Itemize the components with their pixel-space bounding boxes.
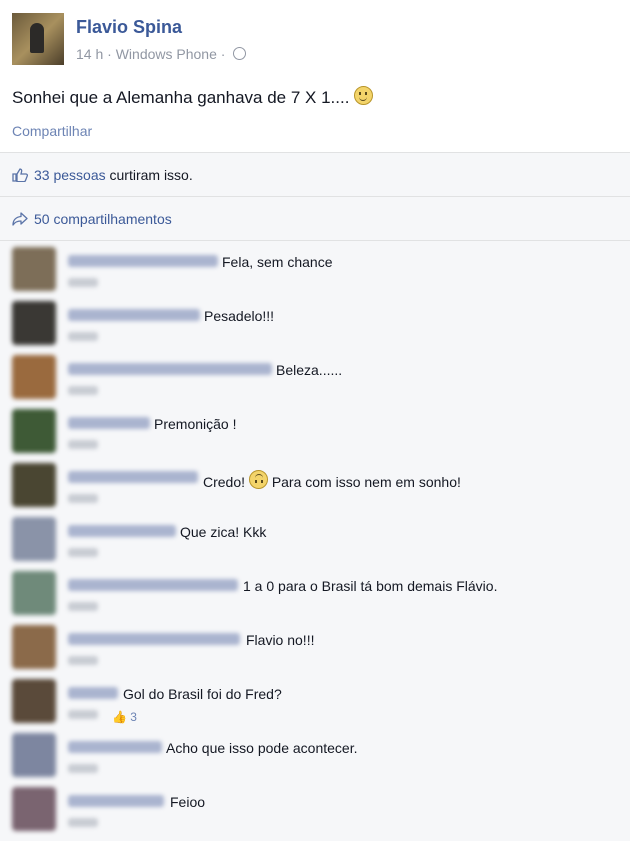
shares-link[interactable]: 50 compartilhamentos [34, 211, 172, 227]
commenter-avatar[interactable] [12, 301, 56, 345]
likes-count-link[interactable]: 33 pessoas [34, 167, 106, 183]
commenter-name[interactable] [68, 525, 176, 537]
comment-text: Fela, sem chance [222, 254, 333, 270]
comment-meta [68, 710, 98, 719]
comment-item: 1 a 0 para o Brasil tá bom demais Flávio… [0, 565, 630, 619]
smiley-icon [354, 86, 374, 105]
comment-meta [68, 764, 98, 773]
commenter-name[interactable] [68, 363, 272, 375]
likes-suffix: curtiram isso. [105, 167, 193, 183]
post-source: Windows Phone [115, 46, 217, 62]
comment-meta [68, 818, 98, 827]
commenter-avatar[interactable] [12, 409, 56, 453]
comment-text: Flavio no!!! [246, 632, 315, 648]
commenter-avatar[interactable] [12, 679, 56, 723]
commenter-name[interactable] [68, 795, 164, 807]
author-name[interactable]: Flavio Spina [76, 17, 182, 38]
like-thumb-icon [12, 168, 28, 182]
commenter-avatar[interactable] [12, 517, 56, 561]
comment-meta [68, 386, 98, 395]
comment-text: Feioo [170, 794, 206, 810]
comment-meta [68, 656, 98, 665]
comment-text: Pesadelo!!! [204, 308, 275, 324]
post-text: Sonhei que a Alemanha ganhava de 7 X 1..… [12, 86, 374, 108]
comment-meta [68, 494, 98, 503]
frown-icon [248, 470, 268, 489]
likes-bar: 33 pessoas curtiram isso. [0, 152, 630, 197]
commenter-avatar[interactable] [12, 355, 56, 399]
commenter-name[interactable] [68, 687, 118, 699]
comment-item: Gol do Brasil foi do Fred? 👍 3 [0, 673, 630, 727]
comment-item: Credo! Para com isso nem em sonho! [0, 457, 630, 511]
post-time[interactable]: 14 h [76, 46, 103, 62]
commenter-avatar[interactable] [12, 625, 56, 669]
commenter-name[interactable] [68, 741, 162, 753]
post-meta: 14 h · Windows Phone · [76, 46, 247, 62]
comment-meta [68, 278, 98, 287]
commenter-avatar[interactable] [12, 733, 56, 777]
commenter-avatar[interactable] [12, 571, 56, 615]
shares-bar: 50 compartilhamentos [0, 196, 630, 241]
globe-icon[interactable] [233, 47, 247, 60]
comment-likes[interactable]: 👍 3 [112, 710, 137, 724]
comment-item: Pesadelo!!! [0, 295, 630, 349]
comment-text: Beleza...... [276, 362, 343, 378]
commenter-avatar[interactable] [12, 247, 56, 291]
comment-text: Credo! Para com isso nem em sonho! [203, 470, 461, 490]
commenter-name[interactable] [68, 309, 200, 321]
comment-meta [68, 602, 98, 611]
commenter-name[interactable] [68, 417, 150, 429]
comment-meta [68, 440, 98, 449]
post-card: Flavio Spina 14 h · Windows Phone · Sonh… [0, 0, 630, 152]
share-link[interactable]: Compartilhar [12, 123, 92, 139]
comment-item: Acho que isso pode acontecer. [0, 727, 630, 781]
commenter-name[interactable] [68, 633, 240, 645]
share-arrow-icon [12, 212, 28, 226]
commenter-name[interactable] [68, 471, 198, 483]
commenter-avatar[interactable] [12, 787, 56, 831]
comment-text: Gol do Brasil foi do Fred? [123, 686, 282, 702]
comment-meta [68, 548, 98, 557]
commenter-avatar[interactable] [12, 463, 56, 507]
comment-item: Flavio no!!! [0, 619, 630, 673]
comment-item: Premonição ! [0, 403, 630, 457]
comment-item: Feioo [0, 781, 630, 835]
comment-item: Que zica! Kkk [0, 511, 630, 565]
comments-list: Fela, sem chance Pesadelo!!! Beleza.....… [0, 240, 630, 841]
comment-text: Premonição ! [154, 416, 237, 432]
comment-meta [68, 332, 98, 341]
comment-text: Acho que isso pode acontecer. [166, 740, 358, 756]
comment-text: Que zica! Kkk [180, 524, 267, 540]
commenter-name[interactable] [68, 255, 218, 267]
author-avatar[interactable] [12, 13, 64, 65]
commenter-name[interactable] [68, 579, 238, 591]
comment-text: 1 a 0 para o Brasil tá bom demais Flávio… [243, 578, 498, 594]
comment-item: Fela, sem chance [0, 241, 630, 295]
comment-item: Beleza...... [0, 349, 630, 403]
